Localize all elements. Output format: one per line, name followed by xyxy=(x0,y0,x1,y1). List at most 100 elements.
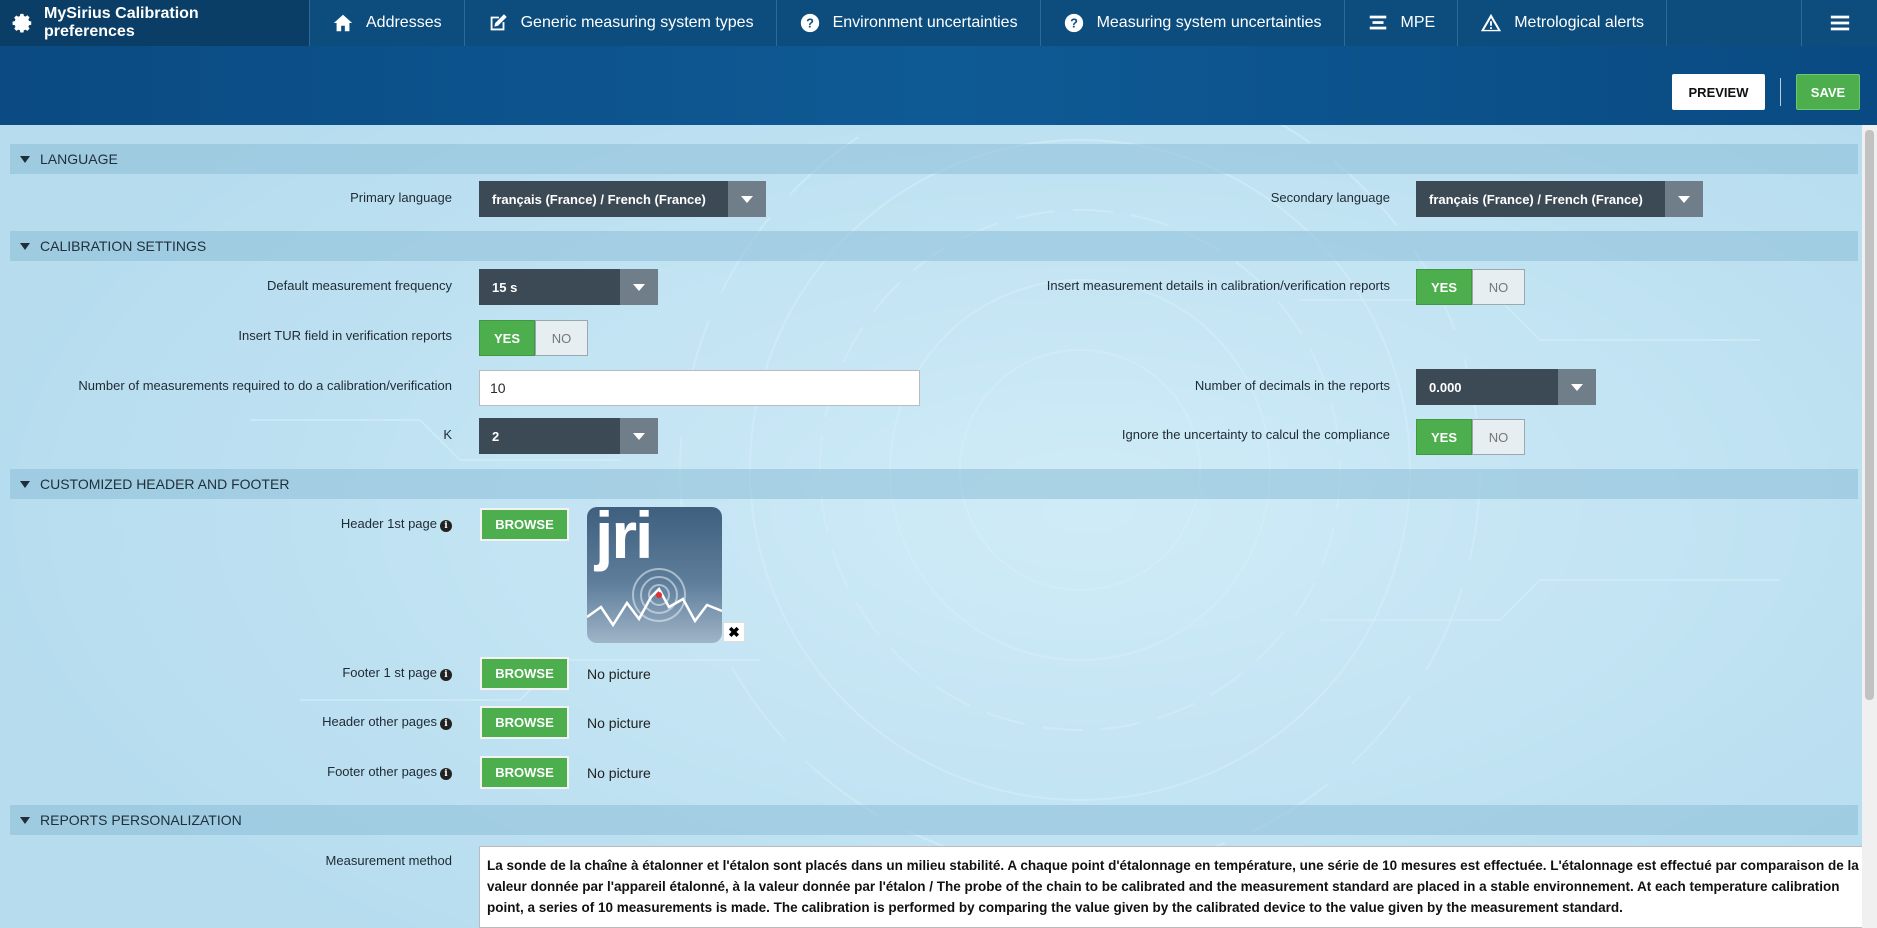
footer-first-no-picture: No picture xyxy=(587,666,651,682)
ignore-uncertainty-toggle[interactable]: YES NO xyxy=(1416,419,1525,455)
caret-down-icon xyxy=(20,242,30,250)
k-select[interactable]: 2 xyxy=(479,418,658,454)
main-menu-button[interactable] xyxy=(1801,0,1877,46)
toolbar-divider xyxy=(1780,78,1781,106)
toggle-no[interactable]: NO xyxy=(1472,419,1525,455)
toggle-no[interactable]: NO xyxy=(535,320,588,356)
toggle-no[interactable]: NO xyxy=(1472,269,1525,305)
section-language[interactable]: LANGUAGE xyxy=(10,144,1858,174)
page-scrollbar[interactable] xyxy=(1862,125,1877,928)
select-value: 0.000 xyxy=(1429,379,1462,395)
question-icon: ? xyxy=(799,12,821,34)
select-value: français (France) / French (France) xyxy=(492,191,706,207)
secondary-language-select[interactable]: français (France) / French (France) xyxy=(1416,181,1703,217)
svg-text:?: ? xyxy=(806,16,814,31)
hamburger-icon xyxy=(1829,12,1851,34)
decimals-label: Number of decimals in the reports xyxy=(1194,378,1390,393)
ignore-uncertainty-label: Ignore the uncertainty to calcul the com… xyxy=(1121,427,1390,442)
info-icon[interactable]: i xyxy=(440,718,452,730)
label-text: Header 1st page xyxy=(340,516,437,531)
secondary-language-label: Secondary language xyxy=(1270,190,1390,205)
remove-image-button[interactable]: ✖ xyxy=(723,622,745,642)
caret-down-icon xyxy=(20,155,30,163)
svg-text:?: ? xyxy=(1070,16,1078,31)
nav-item-environment-uncertainties[interactable]: ? Environment uncertainties xyxy=(777,0,1041,46)
num-measurements-input[interactable]: 10 xyxy=(479,370,920,406)
browse-header-first-button[interactable]: BROWSE xyxy=(480,508,569,541)
tur-field-label: Insert TUR field in verification reports xyxy=(238,328,452,343)
nav-item-label: Environment uncertainties xyxy=(832,14,1018,31)
edit-icon xyxy=(487,12,509,34)
nav-item-measuring-system-uncertainties[interactable]: ? Measuring system uncertainties xyxy=(1041,0,1345,46)
section-title: LANGUAGE xyxy=(40,151,118,167)
browse-footer-first-button[interactable]: BROWSE xyxy=(480,657,569,690)
label-text: Footer other pages xyxy=(327,764,437,779)
info-icon[interactable]: i xyxy=(440,669,452,681)
section-title: CUSTOMIZED HEADER AND FOOTER xyxy=(40,476,290,492)
default-frequency-label: Default measurement frequency xyxy=(267,278,452,293)
nav-item-mpe[interactable]: MPE xyxy=(1345,0,1459,46)
nav-item-label: Addresses xyxy=(366,14,442,31)
toggle-yes[interactable]: YES xyxy=(1416,419,1472,455)
chevron-down-icon xyxy=(620,418,658,454)
app-brand[interactable]: MySirius Calibration preferences xyxy=(0,0,310,46)
num-measurements-label: Number of measurements required to do a … xyxy=(78,378,452,393)
save-button[interactable]: SAVE xyxy=(1796,74,1860,110)
section-reports-personalization[interactable]: REPORTS PERSONALIZATION xyxy=(10,805,1858,835)
browse-footer-other-button[interactable]: BROWSE xyxy=(480,756,569,789)
nav-item-addresses[interactable]: Addresses xyxy=(310,0,465,46)
top-navigation-bar: MySirius Calibration preferences Address… xyxy=(0,0,1877,46)
chevron-down-icon xyxy=(728,181,766,217)
nav-item-label: Measuring system uncertainties xyxy=(1096,14,1322,31)
header-other-pages-label: Header other pages i xyxy=(200,714,452,730)
tur-field-toggle[interactable]: YES NO xyxy=(479,320,588,356)
k-label: K xyxy=(443,427,452,442)
caret-down-icon xyxy=(20,480,30,488)
nav-item-label: MPE xyxy=(1400,14,1436,31)
nav-item-metrological-alerts[interactable]: Metrological alerts xyxy=(1458,0,1668,46)
header-other-no-picture: No picture xyxy=(587,715,651,731)
toggle-yes[interactable]: YES xyxy=(1416,269,1472,305)
decimals-select[interactable]: 0.000 xyxy=(1416,369,1596,405)
label-text: Footer 1 st page xyxy=(342,665,437,680)
info-icon[interactable]: i xyxy=(440,768,452,780)
header-banner xyxy=(0,46,1877,125)
primary-language-label: Primary language xyxy=(350,190,452,205)
jri-logo-preview: jri xyxy=(587,507,722,643)
section-calibration-settings[interactable]: CALIBRATION SETTINGS xyxy=(10,231,1858,261)
label-text: Header other pages xyxy=(322,714,437,729)
info-icon[interactable]: i xyxy=(440,520,452,532)
section-title: CALIBRATION SETTINGS xyxy=(40,238,207,254)
nav-item-label: Generic measuring system types xyxy=(520,14,754,31)
chevron-down-icon xyxy=(620,269,658,305)
section-title: REPORTS PERSONALIZATION xyxy=(40,812,242,828)
preview-button[interactable]: PREVIEW xyxy=(1672,74,1765,110)
measurement-method-textarea[interactable]: La sonde de la chaîne à étalonner et l'é… xyxy=(479,846,1868,928)
gear-icon xyxy=(12,12,34,34)
chevron-down-icon xyxy=(1558,369,1596,405)
question-icon: ? xyxy=(1063,12,1085,34)
measurement-method-label: Measurement method xyxy=(325,853,452,868)
primary-language-select[interactable]: français (France) / French (France) xyxy=(479,181,766,217)
footer-other-pages-label: Footer other pages i xyxy=(200,764,452,780)
header-first-page-label: Header 1st page i xyxy=(200,516,452,532)
default-frequency-select[interactable]: 15 s xyxy=(479,269,658,305)
nav-item-label: Metrological alerts xyxy=(1514,14,1645,31)
scrollbar-thumb[interactable] xyxy=(1865,130,1874,700)
insert-details-label: Insert measurement details in calibratio… xyxy=(1046,278,1390,293)
chevron-down-icon xyxy=(1665,181,1703,217)
insert-details-toggle[interactable]: YES NO xyxy=(1416,269,1525,305)
home-icon xyxy=(332,12,354,34)
browse-header-other-button[interactable]: BROWSE xyxy=(480,706,569,739)
nav-item-generic-measuring-system-types[interactable]: Generic measuring system types xyxy=(465,0,777,46)
stack-icon xyxy=(1367,12,1389,34)
section-header-footer[interactable]: CUSTOMIZED HEADER AND FOOTER xyxy=(10,469,1858,499)
select-value: 15 s xyxy=(492,279,518,295)
footer-first-page-label: Footer 1 st page i xyxy=(200,665,452,681)
select-value: français (France) / French (France) xyxy=(1429,191,1643,207)
toggle-yes[interactable]: YES xyxy=(479,320,535,356)
select-value: 2 xyxy=(492,428,500,444)
caret-down-icon xyxy=(20,816,30,824)
warning-icon xyxy=(1480,12,1502,34)
logo-wordmark: jri xyxy=(595,507,653,572)
